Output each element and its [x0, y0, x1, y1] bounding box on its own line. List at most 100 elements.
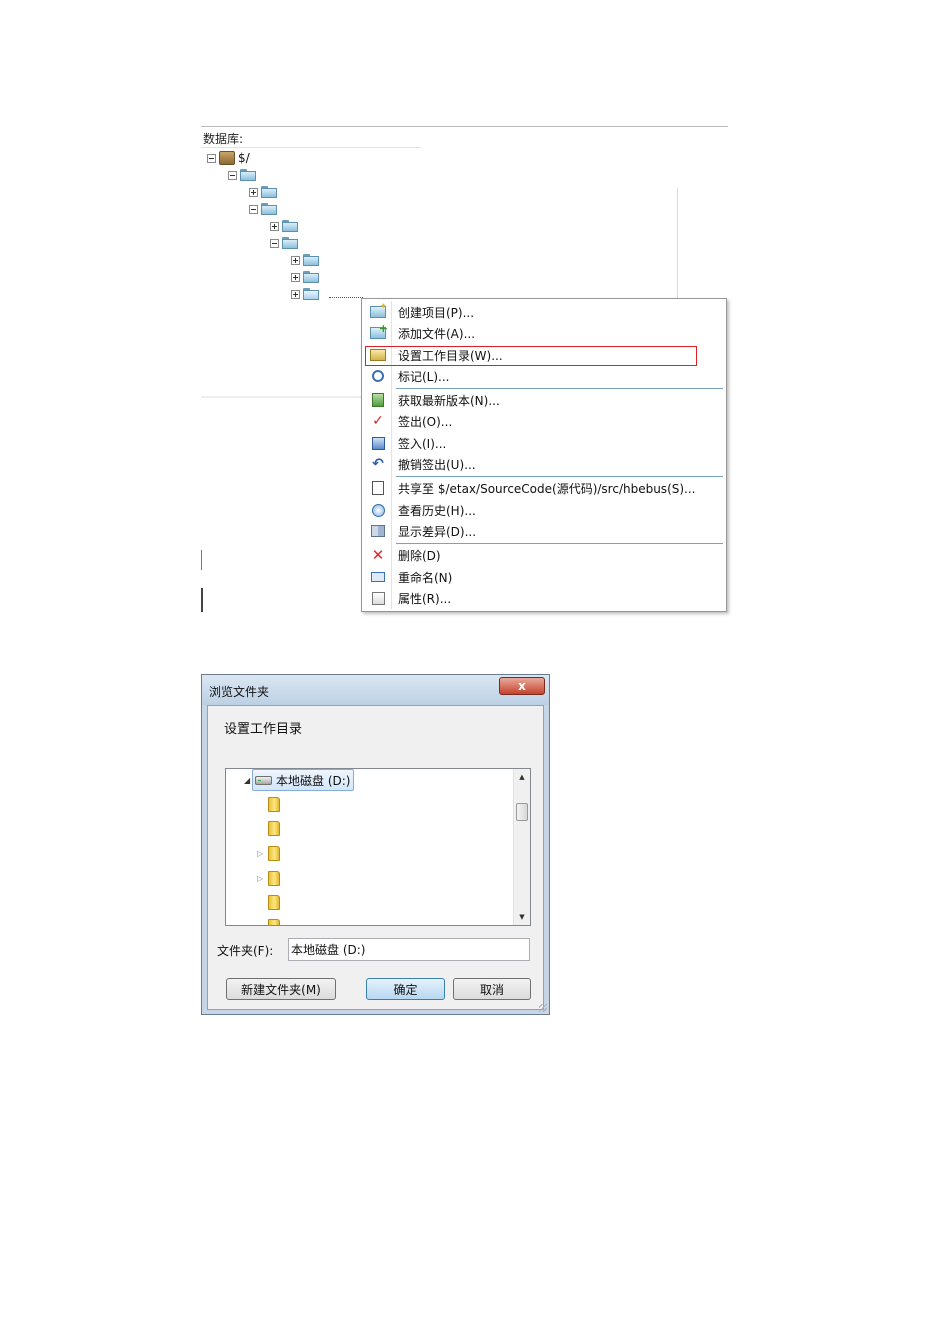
expand-toggle-icon[interactable]: [249, 187, 258, 197]
scrollbar-thumb[interactable]: [516, 803, 528, 821]
tree-item-folder[interactable]: ▷: [257, 867, 280, 889]
menu-item-view-history[interactable]: 查看历史(H)...: [364, 500, 724, 520]
folder-icon: [268, 894, 280, 910]
folder-field-label: 文件夹(F):: [217, 944, 274, 958]
folder-icon: [268, 796, 280, 812]
menu-item-label: 签入(I)...: [398, 436, 447, 451]
tree-connector: [329, 297, 363, 298]
close-button[interactable]: x: [499, 677, 545, 695]
repository-header: 数据库:: [203, 132, 244, 146]
delete-icon: ✕: [371, 546, 385, 564]
database-icon: [219, 151, 235, 165]
tree-item-folder[interactable]: [268, 891, 280, 913]
tree-node[interactable]: [270, 218, 298, 234]
divider: [201, 126, 728, 127]
dialog-titlebar[interactable]: 浏览文件夹 x: [202, 675, 549, 705]
menu-item-rename[interactable]: 重命名(N): [364, 567, 724, 587]
folder-icon: [282, 237, 298, 249]
menu-item-delete[interactable]: ✕ 删除(D): [364, 545, 724, 565]
share-icon: [369, 480, 387, 496]
ok-button[interactable]: 确定: [366, 978, 445, 1000]
folder-icon: [240, 169, 256, 181]
history-icon: [369, 502, 387, 518]
close-icon: x: [518, 679, 526, 693]
menu-item-label: 添加文件(A)...: [398, 326, 476, 341]
menu-item-check-out[interactable]: ✓ 签出(O)...: [364, 411, 724, 431]
label-icon: [369, 368, 387, 384]
diff-icon: [369, 523, 387, 539]
collapse-toggle-icon[interactable]: [228, 170, 237, 180]
menu-item-add-file[interactable]: + 添加文件(A)...: [364, 322, 724, 343]
folder-tree[interactable]: ◢ 本地磁盘 (D:) ▷ ▷ ▲ ▼: [225, 768, 531, 926]
menu-separator: [396, 476, 723, 477]
expand-toggle-icon[interactable]: [270, 221, 279, 231]
folder-icon: [268, 918, 280, 925]
tree-node[interactable]: [249, 201, 277, 217]
menu-item-label: 签出(O)...: [398, 414, 453, 429]
tree-node[interactable]: [270, 235, 298, 251]
divider: [201, 396, 361, 398]
menu-item-show-diff[interactable]: 显示差异(D)...: [364, 521, 724, 541]
tree-node-label: $/: [238, 151, 250, 165]
expand-toggle-icon[interactable]: [291, 289, 300, 299]
tree-item-folder[interactable]: [268, 915, 280, 925]
cancel-button[interactable]: 取消: [453, 978, 531, 1000]
panel-edge: [201, 550, 202, 570]
expand-toggle-icon[interactable]: [291, 255, 300, 265]
menu-item-create-project[interactable]: ✦ 创建项目(P)...: [364, 302, 724, 322]
expanded-arrow-icon[interactable]: ◢: [244, 776, 252, 785]
drive-item[interactable]: 本地磁盘 (D:): [252, 769, 355, 791]
menu-item-check-in[interactable]: 签入(I)...: [364, 433, 724, 453]
resize-grip[interactable]: [539, 1004, 547, 1012]
menu-item-label: 重命名(N): [398, 570, 453, 585]
tree-node-root[interactable]: $/: [207, 150, 250, 166]
properties-icon: [369, 590, 387, 606]
menu-item-label: 删除(D): [398, 548, 441, 563]
tree-node-selected[interactable]: [291, 286, 319, 302]
folder-icon: [261, 203, 277, 215]
tree-item-folder[interactable]: ▷: [257, 842, 280, 864]
new-folder-button[interactable]: 新建文件夹(M): [226, 978, 336, 1000]
scroll-down-icon[interactable]: ▼: [514, 909, 530, 925]
vertical-scrollbar[interactable]: ▲ ▼: [513, 769, 530, 925]
menu-item-label: 属性(R)...: [398, 591, 452, 606]
expand-toggle-icon[interactable]: [291, 272, 300, 282]
get-latest-icon: [369, 392, 387, 408]
menu-item-properties[interactable]: 属性(R)...: [364, 588, 724, 608]
collapsed-arrow-icon[interactable]: ▷: [257, 849, 265, 858]
tree-item-folder[interactable]: [268, 793, 280, 815]
tree-node[interactable]: [249, 184, 277, 200]
dialog-description: 设置工作目录: [224, 722, 303, 737]
tree-node[interactable]: [291, 252, 319, 268]
check-in-icon: [369, 435, 387, 451]
menu-item-share[interactable]: 共享至 $/etax/SourceCode(源代码)/src/hbebus(S)…: [364, 478, 724, 498]
folder-icon: [282, 220, 298, 232]
open-folder-icon: [303, 288, 319, 300]
menu-item-undo-checkout[interactable]: ↶ 撤销签出(U)...: [364, 454, 724, 474]
tree-item-drive[interactable]: ◢ 本地磁盘 (D:): [244, 769, 355, 791]
context-menu: ✦ 创建项目(P)... + 添加文件(A)... 设置工作目录(W)... 标…: [361, 298, 727, 612]
folder-icon: [268, 870, 280, 886]
tree-node[interactable]: [291, 269, 319, 285]
menu-item-label: 创建项目(P)...: [398, 305, 475, 320]
menu-item-label: 标记(L)...: [398, 369, 450, 384]
folder-icon: [268, 820, 280, 836]
menu-item-get-latest[interactable]: 获取最新版本(N)...: [364, 390, 724, 410]
menu-separator: [396, 388, 723, 389]
rename-icon: [369, 569, 387, 585]
collapsed-arrow-icon[interactable]: ▷: [257, 874, 265, 883]
collapse-toggle-icon[interactable]: [249, 204, 258, 214]
folder-input[interactable]: 本地磁盘 (D:): [288, 938, 530, 961]
tree-item-folder[interactable]: [268, 817, 280, 839]
highlight-box: [365, 346, 697, 366]
scroll-up-icon[interactable]: ▲: [514, 769, 530, 785]
drive-label: 本地磁盘 (D:): [276, 773, 351, 788]
add-file-icon: +: [369, 322, 388, 341]
collapse-toggle-icon[interactable]: [207, 153, 216, 163]
check-out-icon: ✓: [372, 413, 384, 429]
collapse-toggle-icon[interactable]: [270, 238, 279, 248]
tree-node[interactable]: [228, 167, 256, 183]
menu-item-label-version[interactable]: 标记(L)...: [364, 366, 724, 386]
browse-folder-dialog: 浏览文件夹 x 设置工作目录 ◢ 本地磁盘 (D:) ▷ ▷ ▲ ▼ 文件夹(F…: [201, 674, 550, 1015]
dialog-body: 设置工作目录 ◢ 本地磁盘 (D:) ▷ ▷ ▲ ▼ 文件夹(F): 本地磁盘 …: [207, 705, 544, 1010]
